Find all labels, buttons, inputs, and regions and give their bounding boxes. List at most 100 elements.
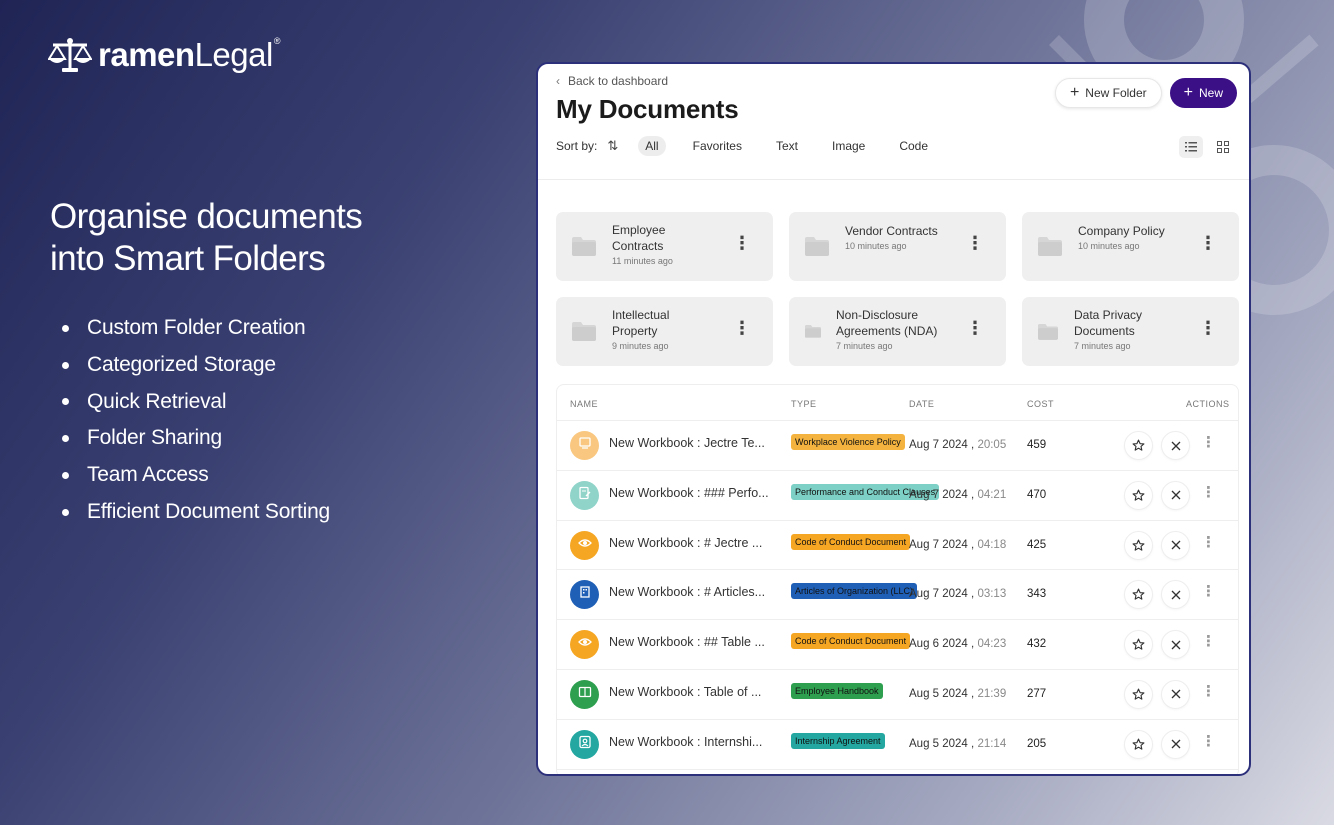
folder-card[interactable]: Employee Contracts 11 minutes ago ⋮ xyxy=(556,212,773,281)
table-row[interactable]: New Workbook : ### Perfo... Performance a… xyxy=(557,471,1238,521)
new-folder-button[interactable]: + New Folder xyxy=(1054,78,1162,108)
app-window: ‹ Back to dashboard My Documents + New F… xyxy=(536,62,1251,776)
folder-time: 10 minutes ago xyxy=(845,241,907,251)
remove-button[interactable] xyxy=(1161,630,1190,660)
new-label: New xyxy=(1198,86,1223,100)
close-icon xyxy=(1171,441,1180,450)
list-view-icon xyxy=(1185,142,1197,152)
more-vertical-icon[interactable]: ⋮ xyxy=(1201,734,1216,749)
remove-button[interactable] xyxy=(1161,431,1190,460)
table-row[interactable]: New Workbook : Jectre Te... Workplace Vio… xyxy=(557,421,1238,471)
col-cost-header[interactable]: COST xyxy=(1027,399,1054,409)
doc-name[interactable]: New Workbook : # Jectre ... xyxy=(609,536,781,550)
favorite-button[interactable] xyxy=(1124,431,1153,460)
filter-image[interactable]: Image xyxy=(825,136,872,156)
folder-info: Non-Disclosure Agreements (NDA) 7 minutes… xyxy=(836,307,966,351)
table-row[interactable]: New Workbook : ## Table ... Code of Condu… xyxy=(557,620,1238,670)
col-type-header[interactable]: TYPE xyxy=(791,399,817,409)
more-vertical-icon[interactable]: ⋮ xyxy=(733,234,751,252)
doc-cost: 470 xyxy=(1027,488,1047,501)
more-vertical-icon[interactable]: ⋮ xyxy=(1201,684,1216,699)
brand-logo: ramenLegal® xyxy=(48,36,280,74)
folder-time: 11 minutes ago xyxy=(612,256,673,266)
table-row[interactable]: New Workbook : Internshi... Internship Ag… xyxy=(557,720,1238,770)
doc-date: Aug 5 2024 , 21:14 xyxy=(909,737,1007,750)
doc-date: Aug 7 2024 , 04:18 xyxy=(909,538,1007,551)
more-vertical-icon[interactable]: ⋮ xyxy=(1199,319,1217,337)
doc-cost: 277 xyxy=(1027,687,1047,700)
doc-name[interactable]: New Workbook : Table of ... xyxy=(609,685,781,699)
doc-name[interactable]: New Workbook : ### Perfo... xyxy=(609,486,781,500)
doc-name[interactable]: New Workbook : # Articles... xyxy=(609,585,781,599)
filter-favorites[interactable]: Favorites xyxy=(686,136,749,156)
star-icon xyxy=(1132,738,1145,750)
favorite-button[interactable] xyxy=(1124,530,1153,560)
doc-avatar xyxy=(570,480,599,510)
favorite-button[interactable] xyxy=(1124,480,1153,510)
list-view-toggle[interactable] xyxy=(1179,136,1203,158)
folder-card[interactable]: Vendor Contracts 10 minutes ago ⋮ xyxy=(789,212,1006,281)
filter-code[interactable]: Code xyxy=(892,136,935,156)
folder-name: Intellectual Property xyxy=(612,308,670,338)
new-button[interactable]: + New xyxy=(1169,78,1237,108)
folder-time: 7 minutes ago xyxy=(836,341,893,351)
table-row[interactable]: New Workbook : # Articles... Articles of … xyxy=(557,570,1238,621)
grid-view-toggle[interactable] xyxy=(1211,136,1235,158)
star-icon xyxy=(1132,489,1145,501)
more-vertical-icon[interactable]: ⋮ xyxy=(1201,435,1216,450)
table-header: NAME TYPE DATE COST ACTIONS xyxy=(557,385,1238,421)
folder-name: Data Privacy Documents xyxy=(1074,308,1143,338)
star-icon xyxy=(1132,539,1145,551)
building-icon xyxy=(578,585,592,604)
col-date-header[interactable]: DATE xyxy=(909,399,934,409)
view-toggles xyxy=(1179,136,1235,158)
folder-card[interactable]: Data Privacy Documents 7 minutes ago ⋮ xyxy=(1022,297,1239,366)
user-badge-icon xyxy=(578,735,592,754)
favorite-button[interactable] xyxy=(1124,630,1153,660)
folder-icon xyxy=(805,325,821,338)
remove-button[interactable] xyxy=(1161,530,1190,560)
more-vertical-icon[interactable]: ⋮ xyxy=(733,319,751,337)
filter-text[interactable]: Text xyxy=(769,136,805,156)
folder-icon xyxy=(1038,237,1062,256)
close-icon xyxy=(1171,590,1180,600)
table-row[interactable]: New Workbook : Table of ... Employee Hand… xyxy=(557,670,1238,720)
more-vertical-icon[interactable]: ⋮ xyxy=(1201,634,1216,649)
col-name-header[interactable]: NAME xyxy=(570,399,598,409)
eye-icon xyxy=(577,536,592,555)
type-tag: Code of Conduct Document xyxy=(791,633,911,650)
more-vertical-icon[interactable]: ⋮ xyxy=(1201,485,1216,500)
favorite-button[interactable] xyxy=(1124,580,1153,610)
doc-cost: 205 xyxy=(1027,737,1047,750)
folder-card[interactable]: Company Policy 10 minutes ago ⋮ xyxy=(1022,212,1239,281)
app-header: ‹ Back to dashboard My Documents + New F… xyxy=(538,64,1249,180)
more-vertical-icon[interactable]: ⋮ xyxy=(1201,535,1216,550)
table-body: New Workbook : Jectre Te... Workplace Vio… xyxy=(557,421,1238,770)
favorite-button[interactable] xyxy=(1124,729,1153,759)
filter-all[interactable]: All xyxy=(638,136,666,156)
more-vertical-icon[interactable]: ⋮ xyxy=(966,234,984,252)
remove-button[interactable] xyxy=(1161,679,1190,709)
sort-toggle-icon[interactable]: ⇅ xyxy=(607,138,618,154)
doc-name[interactable]: New Workbook : ## Table ... xyxy=(609,635,781,649)
folder-card[interactable]: Intellectual Property 9 minutes ago ⋮ xyxy=(556,297,773,366)
folder-name: Vendor Contracts xyxy=(845,224,938,238)
remove-button[interactable] xyxy=(1161,580,1190,610)
folder-name: Non-Disclosure Agreements (NDA) xyxy=(836,308,938,338)
doc-name[interactable]: New Workbook : Jectre Te... xyxy=(609,436,781,450)
plus-icon: + xyxy=(1069,84,1080,101)
remove-button[interactable] xyxy=(1161,729,1190,759)
favorite-button[interactable] xyxy=(1124,679,1153,709)
doc-name[interactable]: New Workbook : Internshi... xyxy=(609,735,781,749)
headline-line-2: into Smart Folders xyxy=(50,239,326,278)
table-row[interactable]: New Workbook : # Jectre ... Code of Condu… xyxy=(557,521,1238,571)
doc-date: Aug 7 2024 , 04:21 xyxy=(909,488,1007,501)
folder-card[interactable]: Non-Disclosure Agreements (NDA) 7 minutes… xyxy=(789,297,1006,366)
type-tag: Workplace Violence Policy xyxy=(791,434,905,450)
remove-button[interactable] xyxy=(1161,480,1190,510)
more-vertical-icon[interactable]: ⋮ xyxy=(1199,234,1217,252)
close-icon xyxy=(1171,640,1180,650)
more-vertical-icon[interactable]: ⋮ xyxy=(1201,584,1216,599)
headline-line-1: Organise documents xyxy=(50,197,363,236)
more-vertical-icon[interactable]: ⋮ xyxy=(966,319,984,337)
